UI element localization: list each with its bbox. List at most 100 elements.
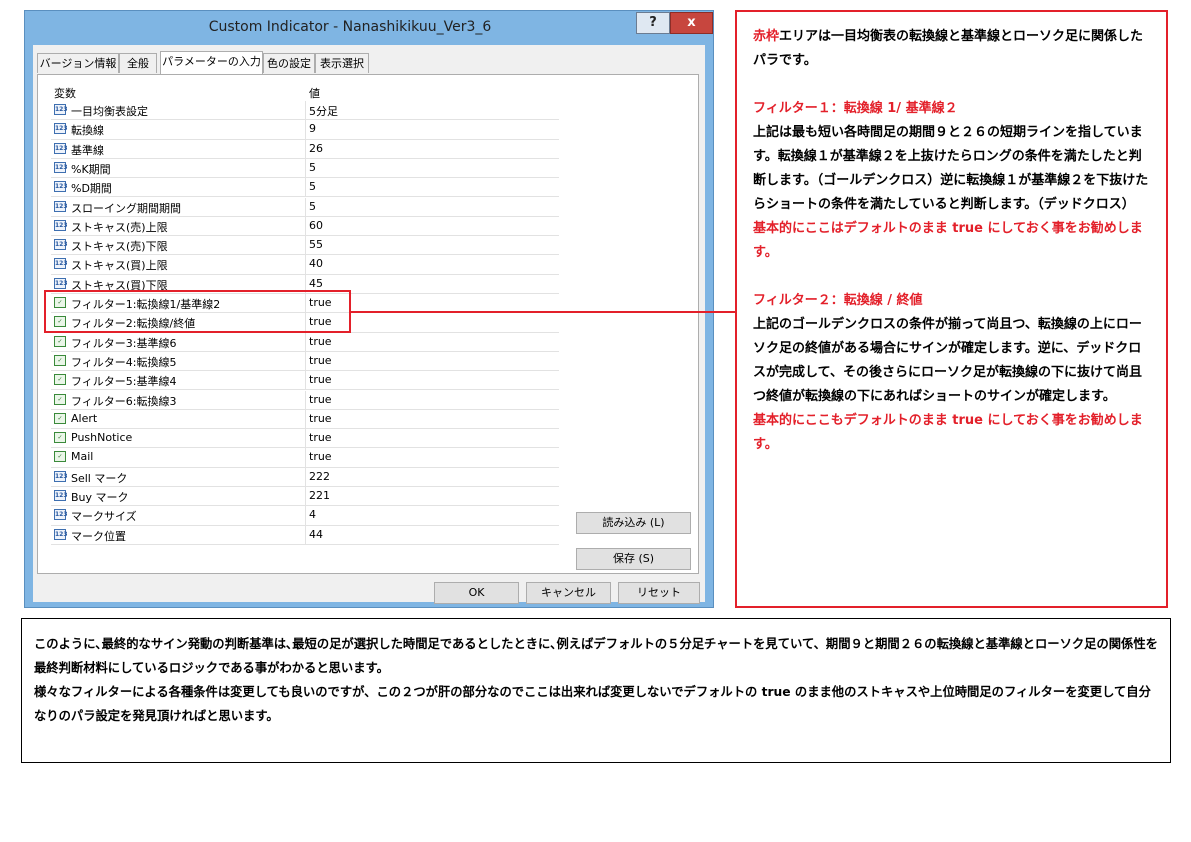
variable-column-header: 変数 <box>54 87 76 100</box>
table-row[interactable]: 123 一目均衡表設定 5分足 <box>51 101 559 121</box>
filter2-recommend: 基本的にここもデフォルトのまま true にしておく事をお勧めします。 <box>753 413 1143 452</box>
parameter-name: 一目均衡表設定 <box>71 105 148 118</box>
load-button[interactable]: 読み込み (L) <box>576 512 691 534</box>
save-button[interactable]: 保存 (S) <box>576 548 691 570</box>
value-column-header: 値 <box>309 87 320 100</box>
boolean-icon: ✓ <box>54 354 66 366</box>
summary-paragraph-2: 様々なフィルターによる各種条件は変更しても良いのですが、この２つが肝の部分なので… <box>34 685 1151 723</box>
close-button[interactable]: x <box>670 12 713 34</box>
table-row[interactable]: ✓ フィルター4:転換線5 true <box>51 351 559 372</box>
table-row[interactable]: 123 ストキャス(買)上限 40 <box>51 255 559 275</box>
parameter-name: フィルター5:基準線4 <box>71 375 177 389</box>
numeric-icon: 123 <box>54 219 68 231</box>
tab-display-select[interactable]: 表示選択 <box>315 53 369 73</box>
parameter-value[interactable]: 40 <box>309 257 323 270</box>
table-row[interactable]: 123 スローイング期間期間 5 <box>51 197 559 217</box>
parameter-value[interactable]: 5 <box>309 161 316 174</box>
parameter-name: Mail <box>71 450 94 464</box>
parameter-value[interactable]: 221 <box>309 489 330 502</box>
boolean-icon: ✓ <box>54 432 66 444</box>
table-row[interactable]: 123 基準線 26 <box>51 139 559 159</box>
title-bar[interactable]: Custom Indicator - Nanashikikuu_Ver3_6 ?… <box>25 11 713 45</box>
parameter-value[interactable]: true <box>309 393 332 406</box>
numeric-icon: 123 <box>54 239 68 251</box>
parameter-value[interactable]: 222 <box>309 470 330 483</box>
table-row[interactable]: 123 %D期間 5 <box>51 178 559 198</box>
help-button[interactable]: ? <box>636 12 670 34</box>
table-row[interactable]: ✓ フィルター3:基準線6 true <box>51 332 559 352</box>
table-row[interactable]: ✓ Alert true <box>51 409 559 430</box>
parameter-value[interactable]: 4 <box>309 508 316 521</box>
boolean-icon: ✓ <box>54 335 66 347</box>
tab-colors[interactable]: 色の設定 <box>263 53 315 73</box>
numeric-icon: 123 <box>54 258 68 270</box>
numeric-icon: 123 <box>54 181 68 193</box>
table-row[interactable]: 123 Sell マーク 222 <box>51 467 559 487</box>
table-row[interactable]: 123 ストキャス(売)上限 60 <box>51 216 559 237</box>
numeric-icon: 123 <box>54 104 68 115</box>
grid-header: 変数 値 <box>51 85 559 100</box>
table-row[interactable]: 123 ストキャス(売)下限 55 <box>51 236 559 256</box>
parameter-value[interactable]: true <box>309 354 332 367</box>
parameter-name: PushNotice <box>71 431 133 445</box>
parameter-name: Sell マーク <box>71 471 128 485</box>
boolean-icon: ✓ <box>54 451 66 463</box>
numeric-icon: 123 <box>54 490 68 501</box>
explanation-box: 赤枠エリアは一目均衡表の転換線と基準線とローソク足に関係したパラです。 フィルタ… <box>735 10 1168 608</box>
table-row[interactable]: ✓ フィルター5:基準線4 true <box>51 371 559 391</box>
highlight-frame <box>44 290 351 333</box>
parameter-value[interactable]: 5 <box>309 180 316 193</box>
intro-text: 赤枠エリアは一目均衡表の転換線と基準線とローソク足に関係したパラです。 <box>753 25 1150 73</box>
parameter-name: フィルター6:転換線3 <box>71 394 177 408</box>
window-title: Custom Indicator - Nanashikikuu_Ver3_6 <box>208 19 492 35</box>
intro-rest: エリアは一目均衡表の転換線と基準線とローソク足に関係したパラです。 <box>753 29 1144 68</box>
table-row[interactable]: ✓ Mail true <box>51 448 559 468</box>
parameter-value[interactable]: true <box>309 335 332 348</box>
filter2-body: 上記のゴールデンクロスの条件が揃って尚且つ、転換線の上にローソク足の終値がある場… <box>753 317 1142 404</box>
parameter-value[interactable]: 44 <box>309 528 323 541</box>
parameter-value[interactable]: 26 <box>309 142 323 155</box>
parameter-value[interactable]: true <box>309 373 332 386</box>
parameter-value[interactable]: 55 <box>309 238 323 251</box>
cancel-button[interactable]: キャンセル <box>526 582 611 604</box>
tab-parameters[interactable]: パラメーターの入力 <box>160 51 263 74</box>
parameter-value[interactable]: 60 <box>309 219 323 232</box>
numeric-icon: 123 <box>54 528 68 540</box>
intro-red: 赤枠 <box>753 29 780 44</box>
parameter-name: ストキャス(買)上限 <box>71 259 168 273</box>
table-row[interactable]: 123 Buy マーク 221 <box>51 487 559 507</box>
table-row[interactable]: 123 %K期間 5 <box>51 158 559 179</box>
table-row[interactable]: ✓ フィルター6:転換線3 true <box>51 390 559 410</box>
parameter-value[interactable]: 45 <box>309 277 323 290</box>
table-row[interactable]: 123 マークサイズ 4 <box>51 506 559 526</box>
parameter-name: ストキャス(売)下限 <box>71 240 168 254</box>
numeric-icon: 123 <box>54 277 68 289</box>
reset-button[interactable]: リセット <box>618 582 700 604</box>
parameter-name: %D期間 <box>71 182 112 196</box>
parameter-name: 転換線 <box>71 124 104 138</box>
ok-button[interactable]: OK <box>434 582 519 604</box>
parameter-value[interactable]: 9 <box>309 122 316 135</box>
boolean-icon: ✓ <box>54 412 66 424</box>
parameter-value[interactable]: 5分足 <box>309 103 338 119</box>
tab-general[interactable]: 全般 <box>119 53 157 73</box>
table-row[interactable]: 123 マーク位置 44 <box>51 525 559 545</box>
filter1-body: 上記は最も短い各時間足の期間９と２６の短期ラインを指しています。転換線１が基準線… <box>753 125 1149 212</box>
filter1-recommend: 基本的にここはデフォルトのまま true にしておく事をお勧めします。 <box>753 221 1143 260</box>
highlight-connector <box>351 311 735 313</box>
parameter-value[interactable]: true <box>309 431 332 444</box>
parameter-name: ストキャス(売)上限 <box>71 220 168 234</box>
parameter-name: マークサイズ <box>71 510 137 524</box>
numeric-icon: 123 <box>54 142 68 154</box>
boolean-icon: ✓ <box>54 374 66 386</box>
table-row[interactable]: ✓ PushNotice true <box>51 429 559 449</box>
parameter-name: マーク位置 <box>71 529 126 543</box>
parameter-name: Buy マーク <box>71 491 129 504</box>
tab-version-info[interactable]: バージョン情報 <box>37 53 119 73</box>
parameter-value[interactable]: 5 <box>309 200 316 213</box>
parameter-value[interactable]: true <box>309 412 332 425</box>
parameter-value[interactable]: true <box>309 450 332 463</box>
table-row[interactable]: 123 転換線 9 <box>51 120 559 140</box>
filter2-title: フィルター２：転換線 / 終値 <box>753 293 923 308</box>
parameter-name: フィルター4:転換線5 <box>71 355 177 369</box>
